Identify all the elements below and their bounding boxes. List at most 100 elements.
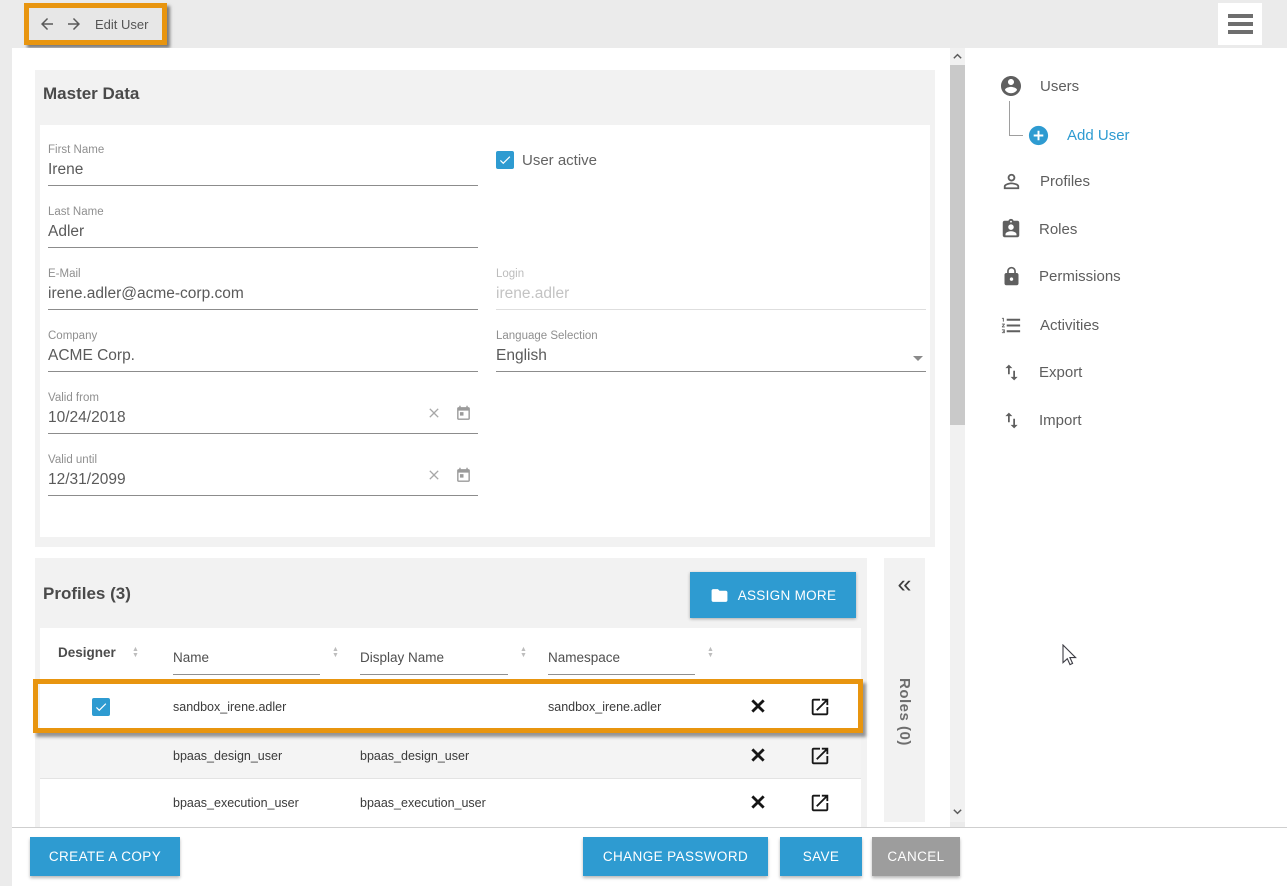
assign-more-label: ASSIGN MORE (738, 588, 837, 603)
email-label: E-Mail (48, 267, 478, 281)
sidebar-item-import[interactable]: Import (1001, 410, 1082, 431)
remove-icon[interactable] (748, 792, 768, 817)
profile-display-name: bpaas_design_user (360, 732, 469, 780)
top-header-bar: Edit User (0, 0, 1287, 48)
login-field: Login irene.adler (496, 267, 926, 310)
sidebar-item-permissions[interactable]: Permissions (1001, 266, 1121, 287)
valid-until-field[interactable]: Valid until 12/31/2099 (48, 453, 478, 496)
valid-from-value[interactable]: 10/24/2018 (48, 405, 478, 434)
profiles-table-header: Designer ▲▼ Name ▲▼ Display Name ▲▼ Name… (40, 628, 861, 683)
first-name-value[interactable]: Irene (48, 157, 478, 186)
profile-name: bpaas_design_user (173, 732, 282, 780)
sidebar-item-label: Add User (1067, 127, 1130, 144)
sort-icon[interactable]: ▲▼ (707, 647, 714, 659)
sidebar-item-users[interactable]: Users (999, 74, 1079, 98)
add-circle-icon (1027, 124, 1050, 147)
edit-user-screen: Edit User Master Data First Name Irene L… (0, 0, 1287, 886)
cancel-button[interactable]: CANCEL (872, 837, 960, 876)
table-row[interactable]: bpaas_execution_user bpaas_execution_use… (40, 779, 861, 827)
scroll-up-icon[interactable] (950, 48, 965, 64)
valid-until-value[interactable]: 12/31/2099 (48, 467, 478, 496)
table-row[interactable]: bpaas_design_user bpaas_design_user (40, 731, 861, 779)
profile-name: sandbox_irene.adler (173, 683, 286, 731)
company-field[interactable]: Company ACME Corp. (48, 329, 478, 372)
first-name-label: First Name (48, 143, 478, 157)
login-label: Login (496, 267, 926, 281)
namespace-filter-input[interactable]: Namespace (548, 650, 695, 675)
language-label: Language Selection (496, 329, 926, 343)
sidebar-item-add-user[interactable]: Add User (1027, 124, 1130, 147)
import-export-icon (1001, 410, 1022, 431)
name-filter-input[interactable]: Name (173, 650, 320, 675)
sidebar (965, 48, 1287, 827)
roles-collapsed-panel: « Roles (0) (884, 558, 925, 822)
expand-panel-icon[interactable]: « (884, 570, 925, 598)
email-field[interactable]: E-Mail irene.adler@acme-corp.com (48, 267, 478, 310)
sidebar-item-profiles[interactable]: Profiles (1000, 170, 1090, 193)
valid-from-label: Valid from (48, 391, 478, 405)
sidebar-item-export[interactable]: Export (1001, 362, 1082, 383)
footer-action-bar: CREATE A COPY CHANGE PASSWORD SAVE CANCE… (12, 827, 1287, 886)
last-name-field[interactable]: Last Name Adler (48, 205, 478, 248)
forward-arrow-icon[interactable] (65, 15, 83, 33)
sidebar-item-label: Permissions (1039, 268, 1121, 285)
user-active-toggle[interactable]: User active (496, 151, 597, 169)
sidebar-item-roles[interactable]: Roles (1000, 218, 1077, 240)
remove-icon[interactable] (748, 696, 768, 721)
sort-icon[interactable]: ▲▼ (520, 647, 527, 659)
roles-panel-label: Roles (0) (896, 678, 913, 746)
person-outline-icon (1000, 170, 1023, 193)
vertical-scrollbar[interactable] (950, 48, 965, 822)
calendar-icon[interactable] (455, 405, 472, 427)
roles-panel-tab[interactable]: Roles (0) (884, 678, 925, 746)
login-value: irene.adler (496, 281, 926, 310)
first-name-field[interactable]: First Name Irene (48, 143, 478, 186)
company-value[interactable]: ACME Corp. (48, 343, 478, 372)
profile-display-name: bpaas_execution_user (360, 779, 486, 827)
assign-more-button[interactable]: ASSIGN MORE (690, 572, 856, 618)
clear-date-icon[interactable] (426, 467, 442, 488)
open-in-new-icon[interactable] (809, 745, 831, 772)
calendar-icon[interactable] (455, 467, 472, 489)
chevron-down-icon[interactable] (913, 356, 923, 361)
scrollbar-thumb[interactable] (950, 65, 965, 425)
email-value[interactable]: irene.adler@acme-corp.com (48, 281, 478, 310)
open-in-new-icon[interactable] (809, 696, 831, 723)
back-arrow-icon[interactable] (38, 15, 56, 33)
profiles-card: Profiles (3) ASSIGN MORE Designer ▲▼ Nam… (35, 558, 867, 827)
badge-icon (1000, 218, 1022, 240)
master-data-form: First Name Irene Last Name Adler E-Mail … (40, 125, 930, 537)
user-circle-icon (999, 74, 1023, 98)
change-password-button[interactable]: CHANGE PASSWORD (583, 837, 768, 876)
clear-date-icon[interactable] (426, 405, 442, 426)
master-data-card: Master Data First Name Irene Last Name A… (35, 70, 935, 547)
remove-icon[interactable] (748, 745, 768, 770)
profile-namespace: sandbox_irene.adler (548, 683, 661, 731)
profiles-title: Profiles (3) (43, 584, 131, 604)
save-button[interactable]: SAVE (780, 837, 862, 876)
hamburger-menu-icon[interactable] (1218, 3, 1262, 45)
create-copy-button[interactable]: CREATE A COPY (30, 837, 180, 876)
tree-connector (1009, 101, 1023, 136)
display-name-filter-input[interactable]: Display Name (360, 650, 508, 675)
user-active-checkbox[interactable] (496, 151, 514, 169)
language-value[interactable]: English (496, 343, 926, 372)
master-data-title: Master Data (43, 84, 139, 104)
open-in-new-icon[interactable] (809, 792, 831, 819)
sidebar-item-label: Import (1039, 412, 1082, 429)
main-content: Master Data First Name Irene Last Name A… (12, 48, 950, 827)
sort-icon[interactable]: ▲▼ (132, 647, 139, 659)
scroll-down-icon[interactable] (950, 804, 965, 820)
last-name-value[interactable]: Adler (48, 219, 478, 248)
sort-icon[interactable]: ▲▼ (332, 647, 339, 659)
sidebar-item-label: Roles (1039, 221, 1077, 238)
language-select[interactable]: Language Selection English (496, 329, 926, 372)
designer-checkbox[interactable] (92, 698, 110, 716)
valid-from-field[interactable]: Valid from 10/24/2018 (48, 391, 478, 434)
breadcrumb: Edit User (24, 3, 167, 45)
table-row[interactable]: sandbox_irene.adler sandbox_irene.adler (40, 683, 861, 731)
sidebar-item-activities[interactable]: Activities (1000, 314, 1099, 337)
numbered-list-icon (1000, 314, 1023, 337)
import-export-icon (1001, 362, 1022, 383)
column-header-designer: Designer (58, 645, 116, 660)
